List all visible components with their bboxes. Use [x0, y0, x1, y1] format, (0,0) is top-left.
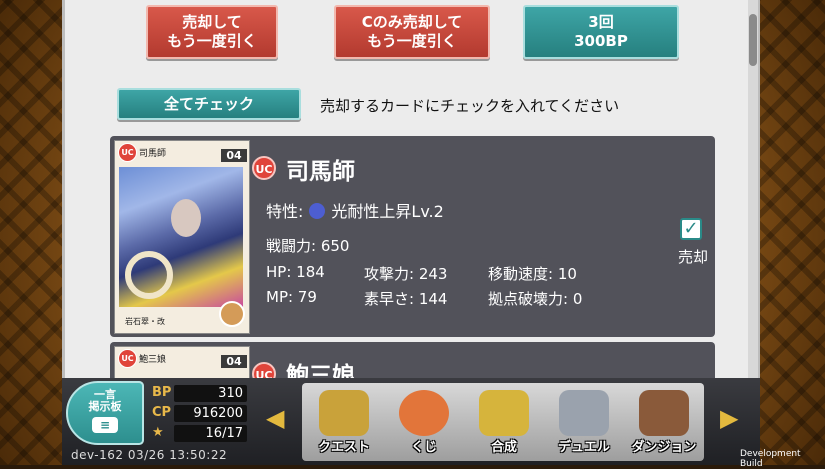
cp-value: 916200 — [174, 405, 247, 422]
sell-label: 売却 — [678, 248, 709, 266]
fusion-icon — [479, 390, 529, 436]
draw-three-button[interactable]: 3回 300BP — [523, 5, 679, 59]
menu-fusion[interactable]: 合成 — [466, 386, 542, 458]
agility-stat: 素早さ: 144 — [364, 290, 448, 308]
menu-lottery[interactable]: くじ — [386, 386, 462, 458]
build-timestamp: dev-162 03/26 13:50:22 — [71, 448, 228, 462]
attack-stat: 攻撃力: 243 — [364, 265, 448, 283]
card-capacity-value: 16/17 — [174, 425, 247, 442]
chat-bubble-icon: ≡ — [92, 417, 118, 433]
thumbnail-name: 鮑三娘 — [139, 355, 167, 365]
menu-dungeon[interactable]: ダンジョン — [626, 386, 702, 458]
lottery-icon — [399, 390, 449, 436]
sell-checkbox[interactable]: ✓ — [680, 218, 702, 240]
hp-stat: HP: 184 — [266, 263, 325, 281]
card-name: 司馬師 — [286, 159, 355, 185]
light-resist-icon — [309, 203, 326, 219]
menu-quest[interactable]: クエスト — [306, 386, 382, 458]
rarity-badge: UC — [252, 156, 276, 180]
power-stat: 戦闘力: 650 — [266, 237, 350, 255]
development-build-label: Development Build — [740, 449, 801, 469]
scroll-right-arrow-icon[interactable]: ▶ — [720, 404, 738, 432]
menu-duel[interactable]: デュエル — [546, 386, 622, 458]
trait-label: 特性: — [266, 202, 304, 221]
cost-badge: 04 — [221, 149, 247, 162]
cp-label: CP — [152, 405, 172, 420]
bp-label: BP — [152, 385, 172, 400]
scroll-left-arrow-icon[interactable]: ◀ — [266, 404, 284, 432]
rarity-badge-small: UC — [118, 143, 137, 162]
mp-stat: MP: 79 — [266, 288, 317, 306]
card-thumbnail[interactable]: UC 鮑三娘 04 — [114, 346, 250, 382]
card-thumbnail[interactable]: UC 司馬師 04 岩石翠・改 — [114, 140, 250, 334]
card-row: UC 司馬師 04 岩石翠・改 UC 司馬師 特性: 光耐性上昇Lv.2 戦闘力:… — [110, 136, 715, 337]
trait-value: 光耐性上昇Lv.2 — [331, 202, 444, 221]
portrait-icon — [219, 301, 245, 327]
bbs-button[interactable]: 一言 掲示板 ≡ — [66, 381, 144, 445]
star-icon: ★ — [152, 425, 164, 440]
card-artwork — [119, 167, 243, 307]
siege-stat: 拠点破壊力: 0 — [488, 290, 583, 308]
bp-value: 310 — [174, 385, 247, 402]
scrollbar-thumb[interactable] — [749, 14, 757, 66]
instruction-text: 売却するカードにチェックを入れてください — [320, 97, 620, 115]
rarity-badge-small: UC — [118, 349, 137, 368]
check-all-button[interactable]: 全てチェック — [117, 88, 301, 120]
cost-badge: 04 — [221, 355, 247, 368]
trait-row: 特性: 光耐性上昇Lv.2 — [266, 198, 444, 222]
thumbnail-name: 司馬師 — [139, 149, 167, 159]
bbs-label-bottom: 掲示板 — [88, 400, 122, 413]
card-subtitle: 岩石翠・改 — [125, 317, 165, 326]
sell-c-and-redraw-button[interactable]: Cのみ売却して もう一度引く — [334, 5, 490, 59]
sell-and-redraw-button[interactable]: 売却して もう一度引く — [146, 5, 278, 59]
quest-icon — [319, 390, 369, 436]
dungeon-icon — [639, 390, 689, 436]
card-row: UC 鮑三娘 04 UC 鮑三娘 — [110, 342, 715, 382]
move-speed-stat: 移動速度: 10 — [488, 265, 577, 283]
duel-icon — [559, 390, 609, 436]
